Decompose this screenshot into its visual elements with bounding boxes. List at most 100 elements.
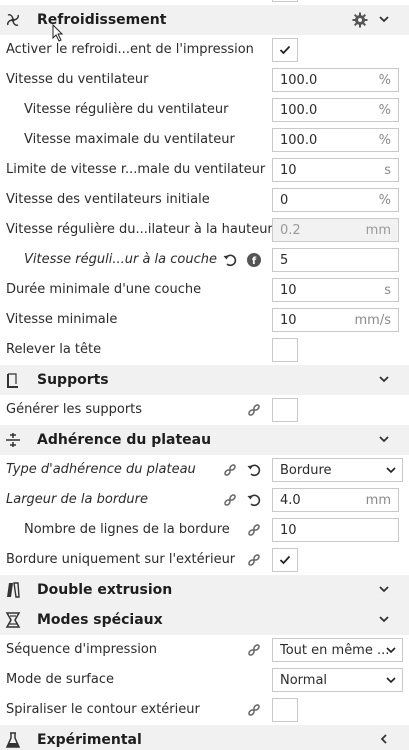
setting-label: Spiraliser le contour extérieur bbox=[6, 702, 200, 717]
section-experimental[interactable]: Expérimental bbox=[0, 725, 409, 750]
section-dual-extrusion[interactable]: Double extrusion bbox=[0, 575, 409, 605]
setting-label: Séquence d'impression bbox=[6, 642, 158, 657]
fan-initial-input[interactable]: 0 % bbox=[272, 188, 399, 212]
setting-min-layer-time: Durée minimale d'une couche 10 s bbox=[0, 275, 409, 305]
setting-label: Bordure uniquement sur l'extérieur bbox=[6, 552, 236, 567]
adhesion-icon bbox=[6, 433, 20, 447]
chevron-down-icon[interactable] bbox=[377, 372, 391, 386]
field-unit: % bbox=[378, 103, 391, 118]
setting-label: Largeur de la bordure bbox=[6, 492, 148, 507]
setting-fan-speed: Vitesse du ventilateur 100.0 % bbox=[0, 65, 409, 95]
setting-label: Vitesse minimale bbox=[6, 312, 118, 327]
setting-min-speed: Vitesse minimale 10 mm/s bbox=[0, 305, 409, 335]
reset-icon[interactable] bbox=[246, 462, 262, 478]
fan-height-input[interactable]: 0.2 mm bbox=[272, 218, 399, 242]
field-unit: % bbox=[378, 133, 391, 148]
reset-icon[interactable] bbox=[222, 252, 238, 268]
section-adhesion[interactable]: Adhérence du plateau bbox=[0, 425, 409, 455]
info-icon[interactable]: f bbox=[246, 252, 262, 268]
experimental-flask-icon bbox=[5, 732, 21, 748]
support-icon bbox=[7, 373, 18, 388]
generate-supports-checkbox[interactable] bbox=[272, 398, 298, 422]
setting-spiralize: Spiraliser le contour extérieur bbox=[0, 695, 409, 725]
chevron-left-icon[interactable] bbox=[377, 732, 391, 746]
setting-fan-max: Vitesse maximale du ventilateur 100.0 % bbox=[0, 125, 409, 155]
setting-brim-width: Largeur de la bordure 4.0 mm bbox=[0, 485, 409, 515]
field-value: 100.0 bbox=[280, 73, 318, 88]
field-value: 5 bbox=[280, 253, 289, 268]
setting-brim-lines: Nombre de lignes de la bordure 10 bbox=[0, 515, 409, 545]
fan-max-input[interactable]: 100.0 % bbox=[272, 128, 399, 152]
link-icon[interactable] bbox=[246, 522, 262, 538]
section-title: Expérimental bbox=[37, 732, 142, 748]
section-special-modes[interactable]: Modes spéciaux bbox=[0, 605, 409, 635]
chevron-down-icon[interactable] bbox=[377, 432, 391, 446]
setting-enable-cooling: Activer le refroidi...ent de l'impressio… bbox=[0, 35, 409, 65]
section-title: Adhérence du plateau bbox=[37, 432, 212, 448]
chevron-down-icon[interactable] bbox=[377, 12, 391, 26]
setting-label: Vitesse maximale du ventilateur bbox=[24, 132, 235, 147]
setting-generate-supports: Générer les supports bbox=[0, 395, 409, 425]
chevron-down-icon bbox=[386, 647, 396, 654]
chevron-down-icon bbox=[386, 677, 396, 684]
field-value: 0.2 bbox=[280, 223, 301, 238]
print-sequence-select[interactable]: Tout en même ... bbox=[272, 638, 403, 662]
setting-brim-outside: Bordure uniquement sur l'extérieur bbox=[0, 545, 409, 575]
adhesion-type-select[interactable]: Bordure bbox=[272, 458, 403, 482]
setting-label: Générer les supports bbox=[6, 402, 143, 417]
section-title: Modes spéciaux bbox=[37, 612, 163, 628]
link-icon[interactable] bbox=[222, 492, 238, 508]
section-title: Double extrusion bbox=[37, 582, 173, 598]
field-value: 10 bbox=[280, 523, 297, 538]
link-icon[interactable] bbox=[222, 462, 238, 478]
field-value: 10 bbox=[280, 283, 297, 298]
min-layer-time-input[interactable]: 10 s bbox=[272, 278, 399, 302]
setting-label: Type d'adhérence du plateau bbox=[6, 462, 196, 477]
setting-label: Durée minimale d'une couche bbox=[6, 282, 202, 297]
field-value: 100.0 bbox=[280, 133, 318, 148]
setting-print-sequence: Séquence d'impression Tout en même ... bbox=[0, 635, 409, 665]
lift-head-checkbox[interactable] bbox=[272, 338, 298, 362]
fan-limit-input[interactable]: 10 s bbox=[272, 158, 399, 182]
spiralize-checkbox[interactable] bbox=[272, 698, 298, 722]
setting-label: Vitesse des ventilateurs initiale bbox=[6, 192, 210, 207]
setting-label: Vitesse du ventilateur bbox=[6, 72, 149, 87]
surface-mode-select[interactable]: Normal bbox=[272, 668, 403, 692]
field-unit: s bbox=[384, 283, 391, 298]
setting-label: Vitesse réguli...ur à la couche bbox=[24, 252, 217, 267]
fan-speed-input[interactable]: 100.0 % bbox=[272, 68, 399, 92]
link-icon[interactable] bbox=[246, 702, 262, 718]
reset-icon[interactable] bbox=[246, 492, 262, 508]
chevron-down-icon[interactable] bbox=[377, 582, 391, 596]
field-unit: s bbox=[384, 163, 391, 178]
select-value: Bordure bbox=[280, 463, 332, 478]
setting-label: Activer le refroidi...ent de l'impressio… bbox=[6, 42, 254, 57]
setting-label: Limite de vitesse r...male du ventilateu… bbox=[6, 162, 266, 177]
chevron-down-icon[interactable] bbox=[377, 612, 391, 626]
select-value: Tout en même ... bbox=[280, 643, 390, 658]
setting-fan-layer: Vitesse réguli...ur à la couche f 5 bbox=[0, 245, 409, 275]
link-icon[interactable] bbox=[246, 552, 262, 568]
section-title: Supports bbox=[37, 372, 109, 388]
gear-icon[interactable] bbox=[352, 12, 368, 28]
brim-outside-checkbox[interactable] bbox=[272, 548, 298, 572]
link-icon[interactable] bbox=[246, 642, 262, 658]
field-value: 100.0 bbox=[280, 103, 318, 118]
enable-cooling-checkbox[interactable] bbox=[272, 38, 298, 62]
section-support[interactable]: Supports bbox=[0, 365, 409, 395]
field-value: 10 bbox=[280, 163, 297, 178]
checkmark-icon bbox=[279, 45, 291, 55]
link-icon[interactable] bbox=[246, 402, 262, 418]
setting-label: Vitesse régulière du...ilateur à la haut… bbox=[6, 222, 273, 237]
min-speed-input[interactable]: 10 mm/s bbox=[272, 308, 399, 332]
setting-label: Vitesse régulière du ventilateur bbox=[24, 102, 229, 117]
brim-width-input[interactable]: 4.0 mm bbox=[272, 488, 399, 512]
brim-lines-input[interactable]: 10 bbox=[272, 518, 399, 542]
fan-layer-input[interactable]: 5 bbox=[272, 248, 399, 272]
fan-regular-input[interactable]: 100.0 % bbox=[272, 98, 399, 122]
field-unit: % bbox=[378, 193, 391, 208]
field-unit: mm bbox=[365, 493, 391, 508]
field-value: 4.0 bbox=[280, 493, 301, 508]
setting-label: Relever la tête bbox=[6, 342, 102, 357]
field-value: 10 bbox=[280, 313, 297, 328]
